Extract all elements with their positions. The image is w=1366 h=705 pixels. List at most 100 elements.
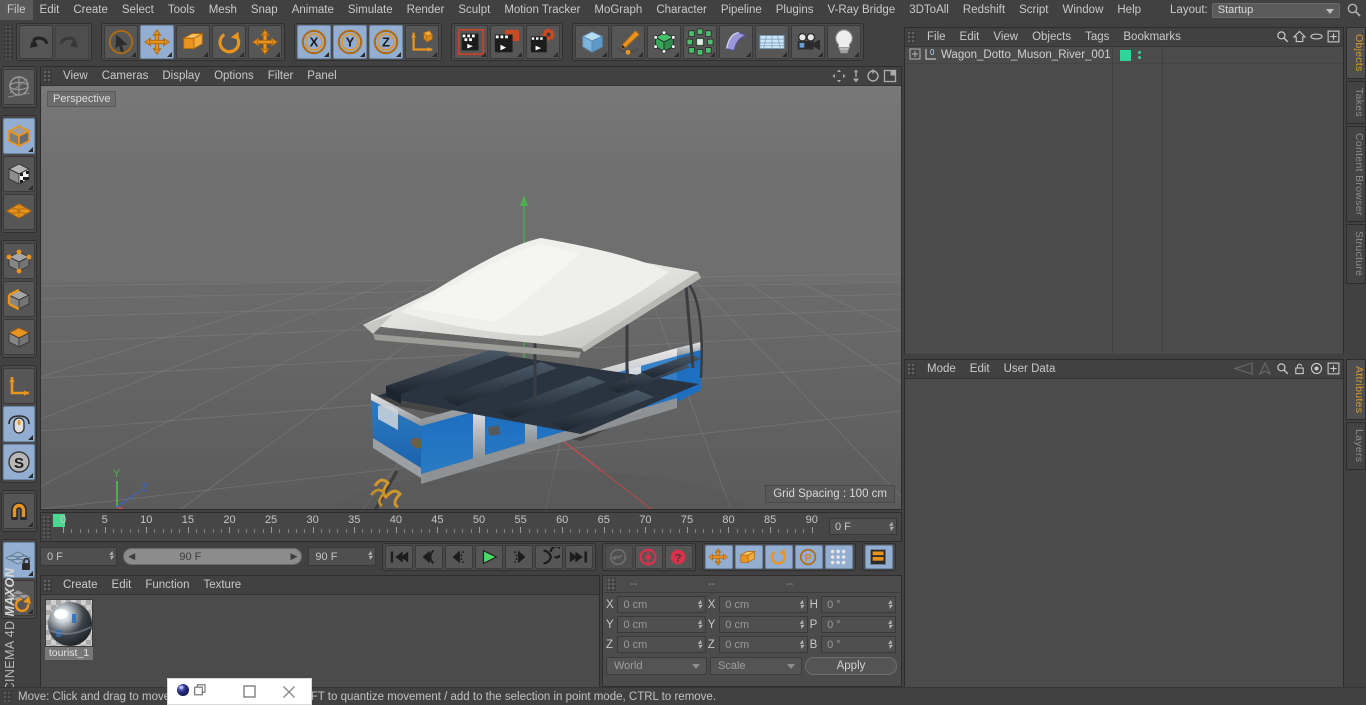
viewport-grip[interactable]	[43, 69, 52, 83]
timeline-ruler[interactable]: 0 5 10 15 20 25 30 35 40 45 50 55 60 65 70 75 80 85 90	[53, 513, 827, 541]
materials-menu-function[interactable]: Function	[138, 576, 196, 595]
objects-manager-grip[interactable]	[907, 30, 916, 44]
search-icon[interactable]	[1346, 2, 1362, 18]
materials-manager-grip[interactable]	[43, 578, 52, 592]
materials-menu-create[interactable]: Create	[56, 576, 105, 595]
menu-item-plugins[interactable]: Plugins	[769, 0, 821, 20]
magnet-button[interactable]	[3, 493, 35, 529]
range-left-arrow-icon[interactable]: ◀	[128, 551, 135, 562]
object-row[interactable]: 0 Wagon_Dotto_Muson_River_001	[905, 47, 1343, 64]
play-button[interactable]	[475, 544, 503, 569]
coord-input-size-x[interactable]: 0 cm ▴ ▾	[719, 596, 808, 613]
search-icon[interactable]	[1276, 30, 1289, 46]
stepper-icon[interactable]: ▴ ▾	[888, 638, 892, 651]
stepper-icon[interactable]: ▴ ▾	[800, 618, 804, 631]
material-item[interactable]: tourist_1	[45, 599, 93, 683]
spline-pen-button[interactable]	[611, 25, 645, 59]
coord-input-rot-h[interactable]: 0 ° ▴ ▾	[821, 596, 896, 613]
objects-menu-file[interactable]: File	[920, 28, 953, 47]
stepper-icon[interactable]: ▴ ▾	[368, 549, 372, 562]
snap-s-button[interactable]: S	[3, 444, 35, 480]
coord-input-rot-p[interactable]: 0 ° ▴ ▾	[821, 616, 896, 633]
array-button[interactable]	[683, 25, 717, 59]
menu-item-motion-tracker[interactable]: Motion Tracker	[497, 0, 587, 20]
floor-environment-button[interactable]	[755, 25, 789, 59]
layout-select[interactable]: Startup	[1211, 2, 1340, 18]
bend-deformer-button[interactable]	[719, 25, 753, 59]
rotate-button[interactable]	[212, 25, 246, 59]
redo-button[interactable]	[55, 25, 89, 59]
viewport-menu-display[interactable]: Display	[155, 67, 207, 86]
stepper-icon[interactable]: ▴ ▾	[888, 598, 892, 611]
render-to-picture-viewer-button[interactable]	[490, 25, 524, 59]
menu-item-animate[interactable]: Animate	[285, 0, 341, 20]
objects-tree[interactable]: 0 Wagon_Dotto_Muson_River_001	[905, 47, 1343, 354]
viewport-solo-button[interactable]	[3, 406, 35, 442]
menu-item-help[interactable]: Help	[1110, 0, 1148, 20]
menu-item-pipeline[interactable]: Pipeline	[714, 0, 769, 20]
axis-mode-button[interactable]	[3, 368, 35, 404]
previous-frame-button[interactable]	[445, 544, 473, 569]
coord-input-pos-y[interactable]: 0 cm ▴ ▾	[617, 616, 706, 633]
parameter-key-button[interactable]	[825, 544, 853, 569]
rotation-key-button[interactable]	[765, 544, 793, 569]
coord-input-size-y[interactable]: 0 cm ▴ ▾	[719, 616, 808, 633]
timeline-grip[interactable]	[42, 515, 51, 539]
undo-button[interactable]	[19, 25, 53, 59]
menu-item-simulate[interactable]: Simulate	[341, 0, 400, 20]
restore-icon[interactable]	[194, 683, 207, 700]
stepper-icon[interactable]: ▴ ▾	[800, 598, 804, 611]
menu-item-file[interactable]: File	[0, 0, 33, 20]
menu-item-v-ray-bridge[interactable]: V-Ray Bridge	[820, 0, 902, 20]
maximize-button[interactable]	[229, 679, 269, 705]
tab-objects[interactable]: Objects	[1346, 27, 1366, 79]
camera-button[interactable]	[791, 25, 825, 59]
animation-mode-button[interactable]	[865, 544, 893, 569]
move-button[interactable]	[140, 25, 174, 59]
record-active-objects-button[interactable]	[635, 544, 663, 569]
home-icon[interactable]	[1292, 30, 1307, 46]
keyframe-selection-button[interactable]: ?	[665, 544, 693, 569]
render-view-button[interactable]	[454, 25, 488, 59]
visibility-dots-icon[interactable]	[1137, 51, 1141, 59]
menu-item-character[interactable]: Character	[649, 0, 714, 20]
menu-item-mesh[interactable]: Mesh	[202, 0, 244, 20]
materials-list[interactable]: tourist_1	[41, 595, 599, 687]
nurbs-button[interactable]	[647, 25, 681, 59]
stepper-icon[interactable]: ▴ ▾	[888, 618, 892, 631]
overlay-window[interactable]	[167, 678, 312, 705]
workplane-button[interactable]	[3, 194, 35, 230]
timeline-frame-field[interactable]: 0 F ▴ ▾	[829, 518, 897, 535]
material-preview[interactable]	[45, 599, 93, 647]
next-key-button[interactable]	[535, 544, 563, 569]
coord-input-rot-b[interactable]: 0 ° ▴ ▾	[821, 636, 896, 653]
model-mode-button[interactable]	[3, 118, 35, 154]
stepper-icon[interactable]: ▴ ▾	[800, 638, 804, 651]
menu-item-3dtoall[interactable]: 3DToAll	[902, 0, 956, 20]
objects-menu-objects[interactable]: Objects	[1025, 28, 1078, 47]
menu-item-sculpt[interactable]: Sculpt	[451, 0, 497, 20]
edges-mode-button[interactable]	[3, 281, 35, 317]
pan-icon[interactable]	[832, 69, 846, 83]
attributes-content[interactable]	[905, 379, 1343, 704]
target-icon[interactable]	[1310, 362, 1323, 378]
expand-icon[interactable]	[1327, 362, 1340, 378]
move-axis-button[interactable]	[248, 25, 282, 59]
menu-item-render[interactable]: Render	[400, 0, 452, 20]
menu-item-mograph[interactable]: MoGraph	[587, 0, 649, 20]
menu-item-select[interactable]: Select	[115, 0, 161, 20]
close-button[interactable]	[269, 679, 309, 705]
lock-icon[interactable]	[1293, 362, 1306, 378]
coordinates-grip[interactable]	[607, 577, 616, 591]
size-mode-select[interactable]: Scale	[710, 657, 802, 675]
texture-mode-button[interactable]	[3, 156, 35, 192]
viewport-menu-cameras[interactable]: Cameras	[95, 67, 156, 86]
expand-toggle-icon[interactable]	[909, 48, 921, 63]
tab-content-browser[interactable]: Content Browser	[1346, 125, 1366, 223]
perspective-viewport[interactable]: Perspective Grid Spacing : 100 cm Y X Z	[41, 86, 901, 509]
viewport-menu-view[interactable]: View	[56, 67, 95, 86]
polygons-mode-button[interactable]	[3, 319, 35, 355]
preview-range-slider[interactable]: ◀ 0 F 90 F ▶	[74, 548, 303, 565]
maximize-view-icon[interactable]	[883, 69, 897, 83]
stepper-icon[interactable]: ▴ ▾	[698, 618, 702, 631]
